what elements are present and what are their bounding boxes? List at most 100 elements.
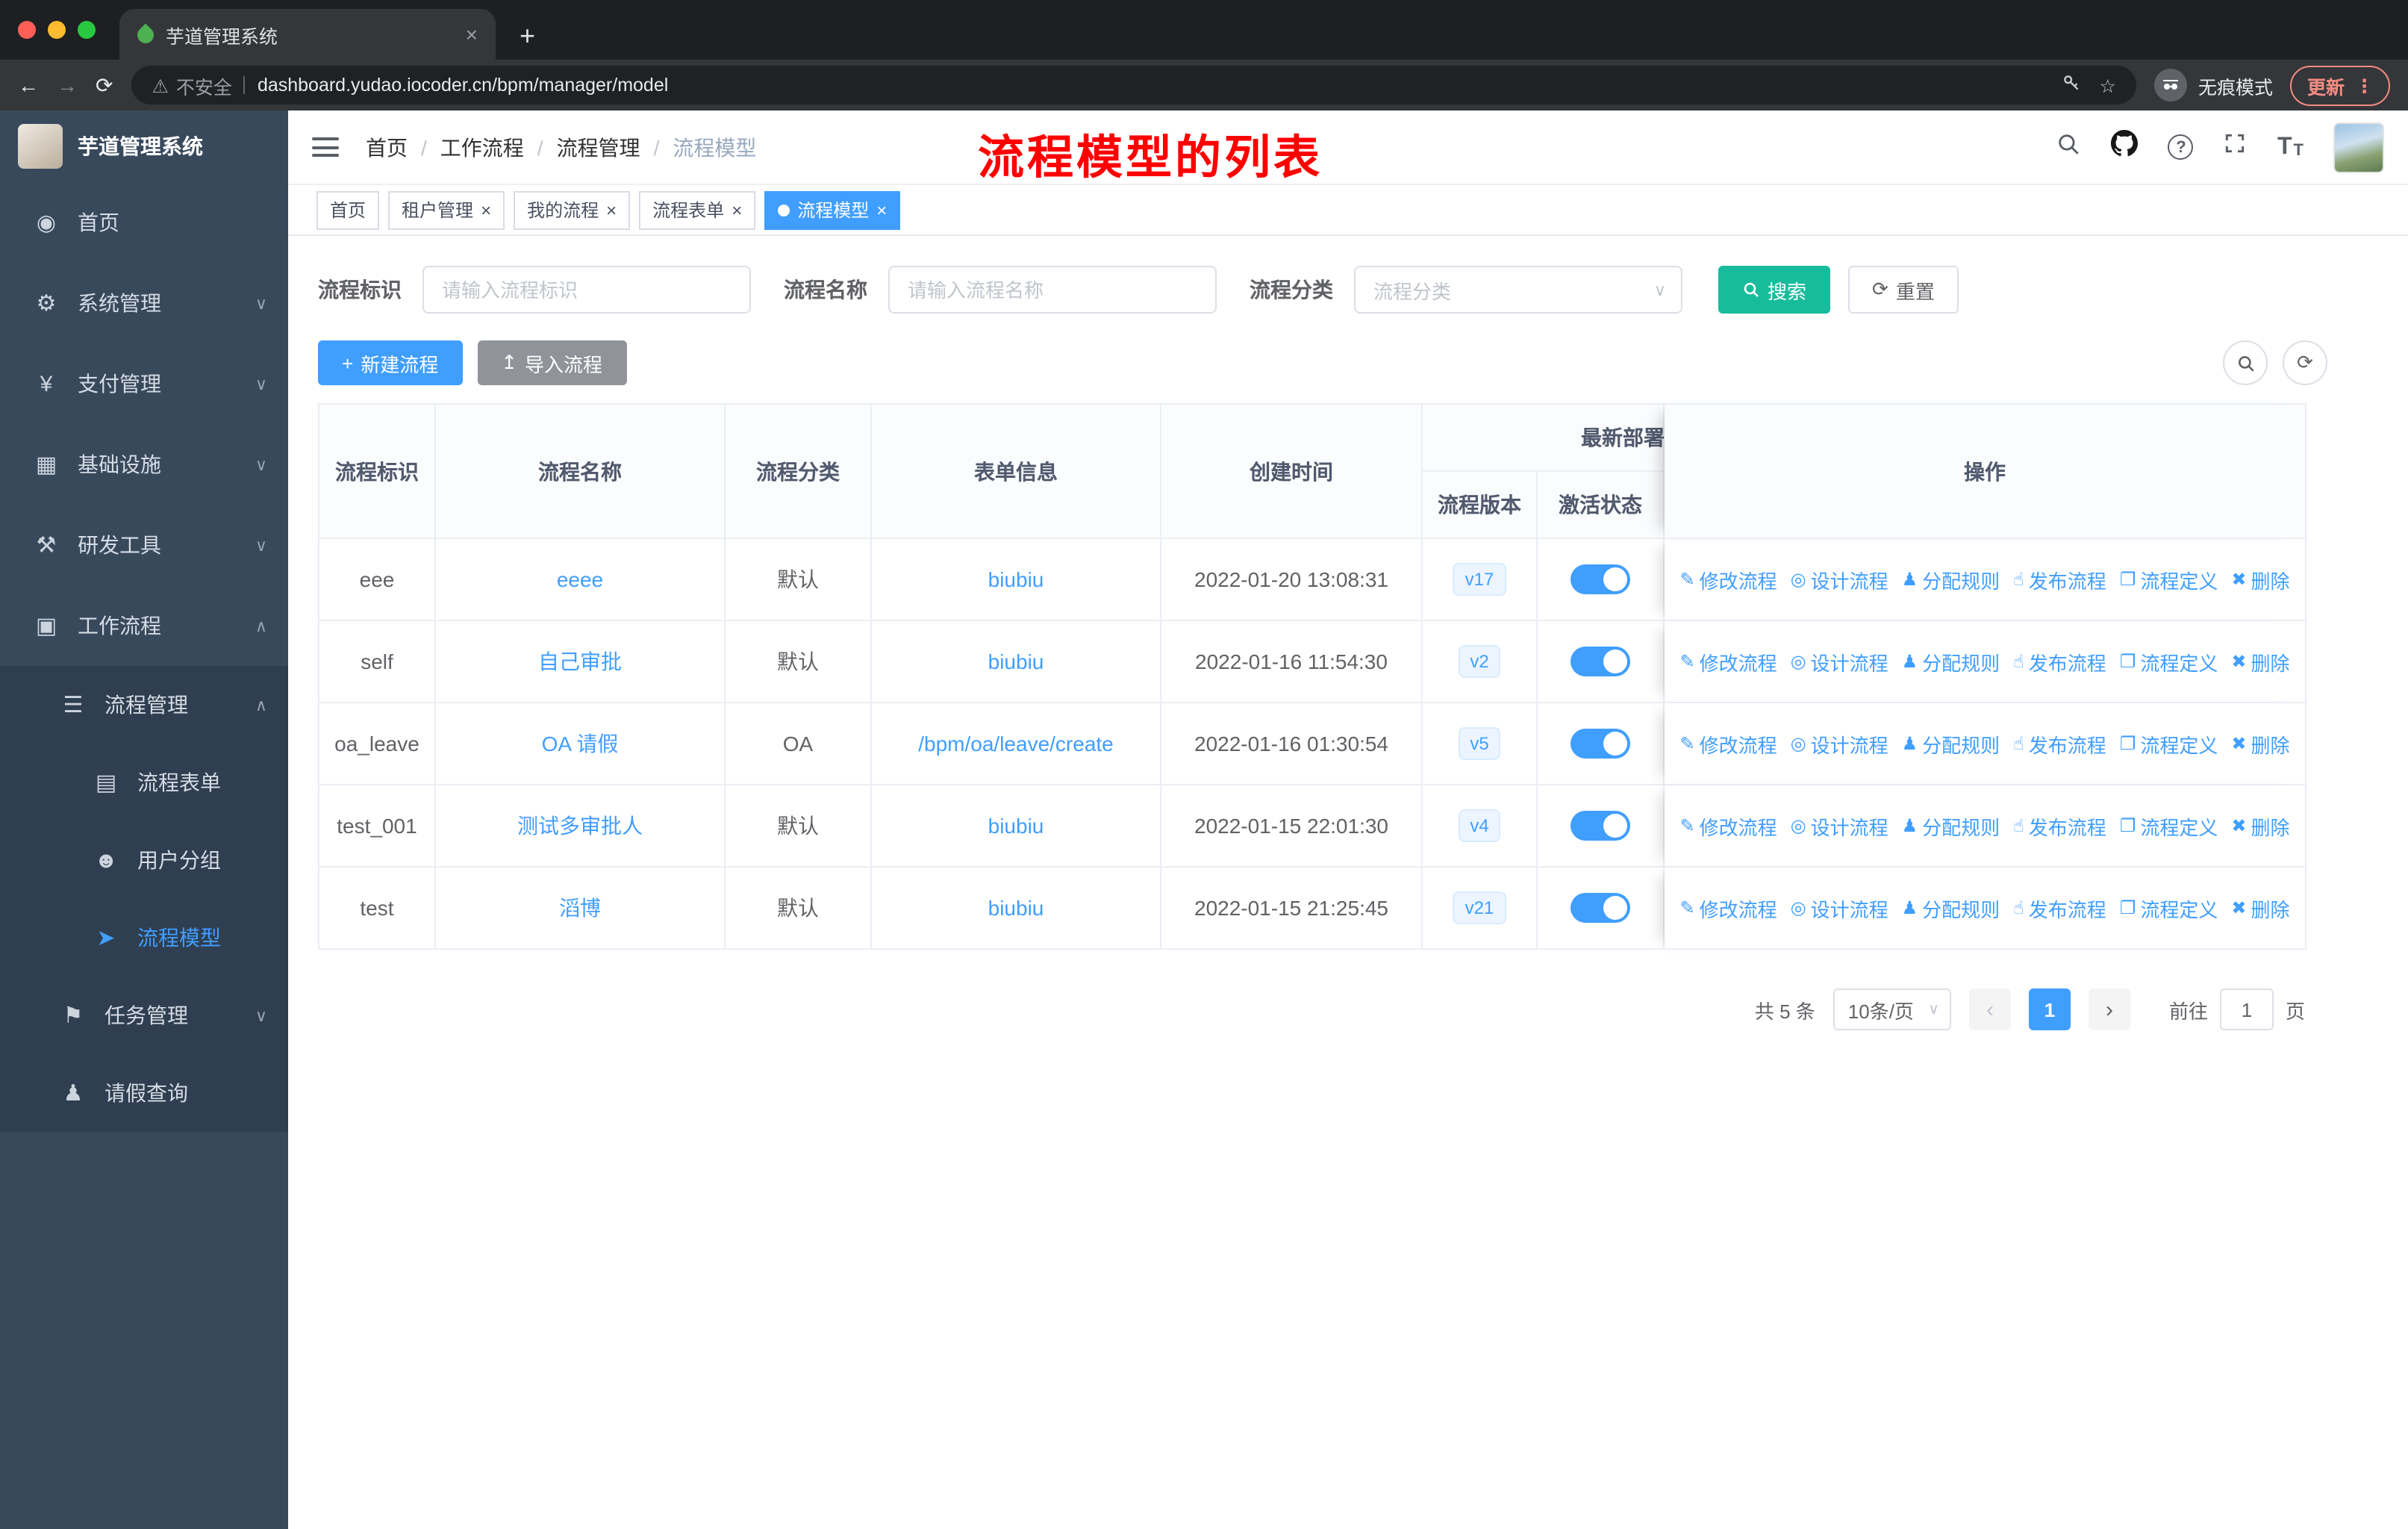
process-name-link[interactable]: 测试多审批人	[517, 814, 643, 838]
help-icon[interactable]: ?	[2168, 134, 2194, 160]
publish-process-link[interactable]: ☝ 发布流程	[2013, 647, 2106, 676]
process-definition-link[interactable]: ❐ 流程定义	[2120, 894, 2218, 922]
create-process-button[interactable]: + 新建流程	[318, 340, 463, 385]
delete-link[interactable]: ✖ 删除	[2231, 647, 2289, 676]
toggle-search-button[interactable]	[2223, 340, 2268, 385]
tag-tenant[interactable]: 租户管理 ×	[388, 190, 505, 229]
modify-process-link[interactable]: ✎ 修改流程	[1679, 729, 1777, 758]
breadcrumb-item[interactable]: 流程管理	[557, 132, 640, 162]
publish-process-link[interactable]: ☝ 发布流程	[2013, 565, 2106, 594]
assign-rule-link[interactable]: ♟ 分配规则	[1902, 565, 2000, 594]
modify-process-link[interactable]: ✎ 修改流程	[1679, 647, 1777, 676]
sidebar-item-leave-query[interactable]: ♟ 请假查询	[0, 1054, 288, 1132]
publish-process-link[interactable]: ☝ 发布流程	[2013, 894, 2106, 922]
search-icon[interactable]	[2056, 131, 2082, 164]
process-name-link[interactable]: eeee	[557, 567, 603, 591]
process-category-select[interactable]: 流程分类 ∨	[1354, 266, 1682, 314]
import-process-button[interactable]: ↥ 导入流程	[477, 340, 627, 385]
tag-process-form[interactable]: 流程表单 ×	[639, 190, 756, 229]
publish-process-link[interactable]: ☝ 发布流程	[2013, 812, 2106, 840]
browser-tab[interactable]: 芋道管理系统 ×	[119, 9, 496, 60]
process-name-link[interactable]: OA 请假	[542, 732, 619, 756]
process-definition-link[interactable]: ❐ 流程定义	[2120, 565, 2218, 594]
key-icon[interactable]	[2062, 73, 2082, 97]
design-process-link[interactable]: ◎ 设计流程	[1791, 647, 1888, 676]
version-badge[interactable]: v21	[1453, 891, 1506, 924]
form-link[interactable]: biubiu	[988, 896, 1044, 920]
status-toggle[interactable]	[1570, 729, 1630, 759]
delete-link[interactable]: ✖ 删除	[2231, 565, 2289, 594]
tag-close-icon[interactable]: ×	[606, 199, 617, 220]
publish-process-link[interactable]: ☝ 发布流程	[2013, 729, 2106, 758]
assign-rule-link[interactable]: ♟ 分配规则	[1902, 894, 2000, 922]
maximize-window-button[interactable]	[78, 21, 96, 39]
font-size-icon[interactable]: T T	[2277, 134, 2303, 159]
design-process-link[interactable]: ◎ 设计流程	[1791, 894, 1888, 922]
sidebar-item-user-group[interactable]: ☻ 用户分组	[0, 821, 288, 899]
process-definition-link[interactable]: ❐ 流程定义	[2120, 812, 2218, 840]
breadcrumb-item[interactable]: 工作流程	[440, 132, 524, 162]
minimize-window-button[interactable]	[48, 21, 66, 39]
process-name-input[interactable]	[888, 266, 1217, 314]
security-indicator[interactable]: ⚠ 不安全	[152, 71, 231, 99]
modify-process-link[interactable]: ✎ 修改流程	[1679, 565, 1777, 594]
modify-process-link[interactable]: ✎ 修改流程	[1679, 894, 1777, 922]
url-text[interactable]: dashboard.yudao.iocoder.cn/bpm/manager/m…	[258, 75, 668, 96]
delete-link[interactable]: ✖ 删除	[2231, 812, 2289, 840]
tag-close-icon[interactable]: ×	[876, 199, 887, 220]
reset-button[interactable]: ⟳ 重置	[1848, 266, 1959, 314]
refresh-table-button[interactable]: ⟳	[2283, 340, 2327, 385]
process-id-input[interactable]	[422, 266, 751, 314]
status-toggle[interactable]	[1570, 811, 1630, 841]
process-name-link[interactable]: 滔博	[559, 896, 601, 920]
process-name-link[interactable]: 自己审批	[538, 650, 622, 673]
next-page-button[interactable]: ›	[2088, 988, 2130, 1030]
form-link[interactable]: biubiu	[988, 650, 1044, 673]
browser-update-chip[interactable]: 更新 ⋮	[2290, 65, 2390, 105]
tag-close-icon[interactable]: ×	[732, 199, 742, 220]
version-badge[interactable]: v4	[1458, 809, 1501, 842]
bookmark-star-icon[interactable]: ☆	[2100, 74, 2116, 96]
sidebar-fold-icon[interactable]	[312, 137, 339, 157]
sidebar-item-process-form[interactable]: ▤ 流程表单	[0, 744, 288, 821]
form-link[interactable]: biubiu	[988, 567, 1044, 591]
sidebar-item-devtools[interactable]: ⚒ 研发工具 ∨	[0, 505, 288, 585]
fullscreen-icon[interactable]	[2224, 131, 2248, 163]
delete-link[interactable]: ✖ 删除	[2231, 894, 2289, 922]
sidebar-item-system[interactable]: ⚙ 系统管理 ∨	[0, 263, 288, 343]
form-link[interactable]: /bpm/oa/leave/create	[918, 732, 1114, 756]
version-badge[interactable]: v2	[1458, 645, 1501, 678]
tag-close-icon[interactable]: ×	[481, 199, 491, 220]
assign-rule-link[interactable]: ♟ 分配规则	[1902, 729, 2000, 758]
sidebar-item-payment[interactable]: ¥ 支付管理 ∨	[0, 343, 288, 424]
close-window-button[interactable]	[18, 21, 36, 39]
design-process-link[interactable]: ◎ 设计流程	[1791, 812, 1888, 840]
modify-process-link[interactable]: ✎ 修改流程	[1679, 812, 1777, 840]
page-number-current[interactable]: 1	[2028, 988, 2071, 1030]
status-toggle[interactable]	[1570, 893, 1630, 923]
address-bar[interactable]: ⚠ 不安全 dashboard.yudao.iocoder.cn/bpm/man…	[131, 66, 2137, 105]
tab-close-icon[interactable]: ×	[466, 22, 478, 46]
forward-icon[interactable]: →	[57, 75, 78, 96]
assign-rule-link[interactable]: ♟ 分配规则	[1902, 812, 2000, 840]
tag-process-model[interactable]: 流程模型 ×	[764, 190, 901, 229]
form-link[interactable]: biubiu	[988, 814, 1044, 838]
prev-page-button[interactable]: ‹	[1968, 988, 2011, 1030]
page-size-select[interactable]: 10条/页 ∨	[1832, 988, 1951, 1030]
back-icon[interactable]: ←	[18, 75, 39, 96]
assign-rule-link[interactable]: ♟ 分配规则	[1902, 647, 2000, 676]
design-process-link[interactable]: ◎ 设计流程	[1791, 565, 1888, 594]
user-avatar[interactable]	[2333, 122, 2384, 172]
tag-home[interactable]: 首页	[316, 190, 380, 229]
goto-page-input[interactable]	[2219, 988, 2274, 1030]
update-label[interactable]: 更新	[2307, 71, 2345, 99]
sidebar-item-process-management[interactable]: ☰ 流程管理 ∧	[0, 666, 288, 744]
sidebar-item-infrastructure[interactable]: ▦ 基础设施 ∨	[0, 424, 288, 505]
sidebar-item-workflow[interactable]: ▣ 工作流程 ∧	[0, 585, 288, 666]
process-definition-link[interactable]: ❐ 流程定义	[2120, 729, 2218, 758]
github-icon[interactable]	[2111, 130, 2139, 164]
delete-link[interactable]: ✖ 删除	[2231, 729, 2289, 758]
tag-my-process[interactable]: 我的流程 ×	[514, 190, 631, 229]
version-badge[interactable]: v17	[1453, 563, 1506, 596]
breadcrumb-item[interactable]: 首页	[366, 132, 408, 162]
